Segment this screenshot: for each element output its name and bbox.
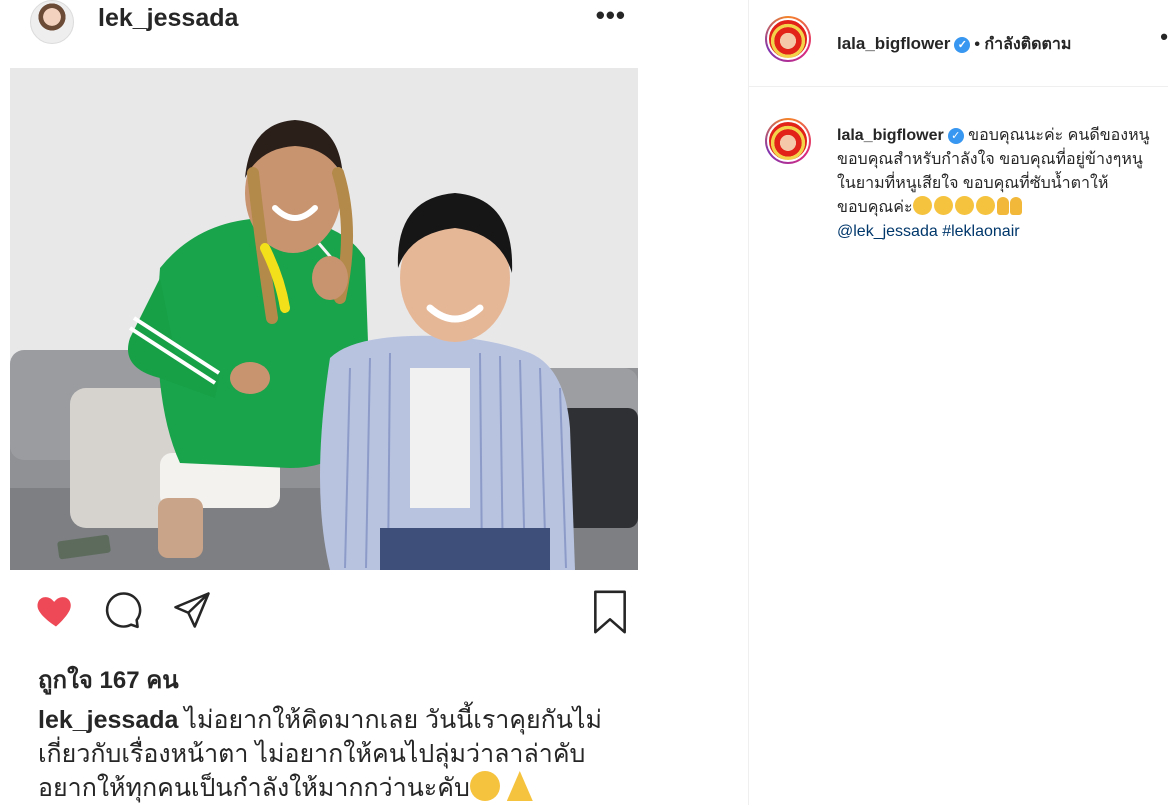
mention-link[interactable]: @lek_jessada [837, 223, 938, 240]
post-header: lek_jessada ••• [26, 0, 636, 52]
hashtag-link[interactable]: #leklaonair [942, 223, 1019, 240]
post-caption: lek_jessada ไม่อยากให้คิดมากเลย วันนี้เรา… [38, 703, 638, 805]
comment-button[interactable] [100, 588, 144, 637]
panel-divider [748, 0, 749, 805]
victory-hand-icon [1009, 197, 1022, 215]
caption-username[interactable]: lek_jessada [38, 706, 178, 734]
post-photo[interactable] [10, 68, 638, 570]
share-button[interactable] [170, 588, 214, 637]
share-icon [174, 592, 210, 628]
panel-header: lala_bigflower ✓ • กำลังติดตาม • [749, 0, 1168, 87]
verified-icon: ✓ [947, 128, 964, 144]
panel-avatar-image [767, 18, 809, 60]
victory-hand-icon [996, 197, 1009, 215]
comment-username[interactable]: lala_bigflower [837, 127, 944, 144]
panel-username-row: lala_bigflower ✓ • กำลังติดตาม [837, 32, 1071, 57]
more-options-button[interactable]: ••• [596, 0, 626, 31]
bookmark-button[interactable] [588, 588, 632, 641]
smiling-hearts-icon [954, 196, 974, 215]
verified-icon: ✓ [954, 37, 971, 53]
heart-icon [37, 597, 71, 627]
crying-face-icon [933, 196, 953, 215]
comment-icon [105, 592, 142, 629]
post-card: lek_jessada ••• ถูกใจ 167 คน lek_jessada… [0, 0, 650, 805]
comment-avatar-image [767, 120, 809, 162]
photo-illustration [10, 68, 638, 570]
panel-avatar[interactable] [765, 16, 811, 62]
smiling-face-icon [469, 771, 500, 801]
comment-body: lala_bigflower ✓ ขอบคุณนะค่ะ คนดีของหนู ข… [837, 124, 1159, 244]
panel-more-button[interactable]: • [1160, 24, 1168, 50]
following-button[interactable]: • กำลังติดตาม [974, 36, 1071, 53]
bookmark-icon [594, 590, 626, 634]
folded-hands-icon [506, 771, 533, 801]
crying-face-icon [912, 196, 932, 215]
smiling-hearts-icon [975, 196, 995, 215]
author-username[interactable]: lek_jessada [98, 4, 238, 33]
like-button[interactable] [34, 588, 78, 637]
post-actions-bar [30, 588, 640, 638]
author-avatar[interactable] [30, 0, 74, 44]
comment-avatar[interactable] [765, 118, 811, 164]
panel-username[interactable]: lala_bigflower [837, 34, 950, 53]
like-count[interactable]: ถูกใจ 167 คน [38, 660, 179, 699]
